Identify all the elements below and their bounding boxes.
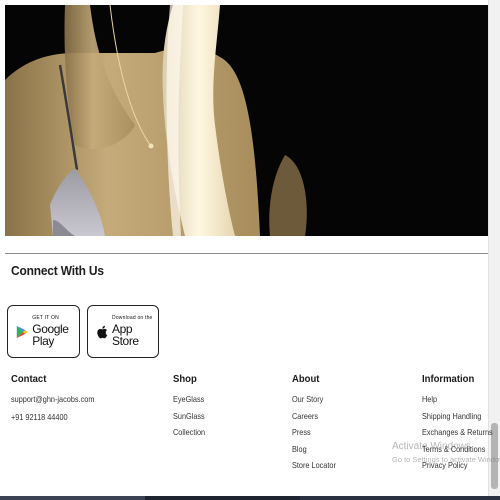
about-link-careers[interactable]: Careers [292,408,336,425]
google-badge-title: Google Play [32,322,69,348]
about-link-store-locator[interactable]: Store Locator [292,457,336,474]
footer-about-column: About Our Story Careers Press Blog Store… [292,374,343,474]
shop-link-eyeglass[interactable]: EyeGlass [173,391,205,408]
contact-phone-link[interactable]: +91 92118 44400 [11,409,94,427]
info-link-help[interactable]: Help [422,391,493,408]
hero-banner-image [5,5,488,236]
apple-badge-title: App Store [112,322,139,348]
footer-shop-column: Shop EyeGlass SunGlass Collection [173,374,210,441]
shop-link-sunglass[interactable]: SunGlass [173,408,205,425]
info-link-terms-conditions[interactable]: Terms & Conditions [422,441,493,458]
footer-information-column: Information Help Shipping Handling Excha… [422,374,500,474]
info-link-shipping-handling[interactable]: Shipping Handling [422,408,493,425]
info-link-privacy-policy[interactable]: Privacy Policy [422,457,493,474]
about-link-blog[interactable]: Blog [292,441,336,458]
apple-badge-small-text: Download on the [112,315,153,321]
section-divider [5,253,488,254]
about-heading: About [292,374,320,385]
shop-heading: Shop [173,374,197,385]
app-store-badge[interactable]: Download on the App Store [87,305,159,358]
taskbar-segment [0,496,145,500]
contact-email-link[interactable]: support@ghn-jacobs.com [11,391,94,409]
taskbar-edge [0,496,500,500]
google-play-icon [16,325,28,338]
google-play-badge[interactable]: GET IT ON Google Play [7,305,80,358]
taskbar-segment [300,496,500,500]
google-badge-small-text: GET IT ON [32,315,59,321]
contact-heading: Contact [11,374,47,385]
info-link-exchanges-returns[interactable]: Exchanges & Returns [422,424,493,441]
footer-contact-column: Contact support@ghn-jacobs.com +91 92118… [11,374,108,426]
shop-link-collection[interactable]: Collection [173,424,205,441]
connect-heading: Connect With Us [11,263,104,278]
hero-photo [5,5,488,236]
about-link-our-story[interactable]: Our Story [292,391,336,408]
about-link-press[interactable]: Press [292,424,336,441]
information-heading: Information [422,374,475,385]
apple-icon [97,325,108,338]
